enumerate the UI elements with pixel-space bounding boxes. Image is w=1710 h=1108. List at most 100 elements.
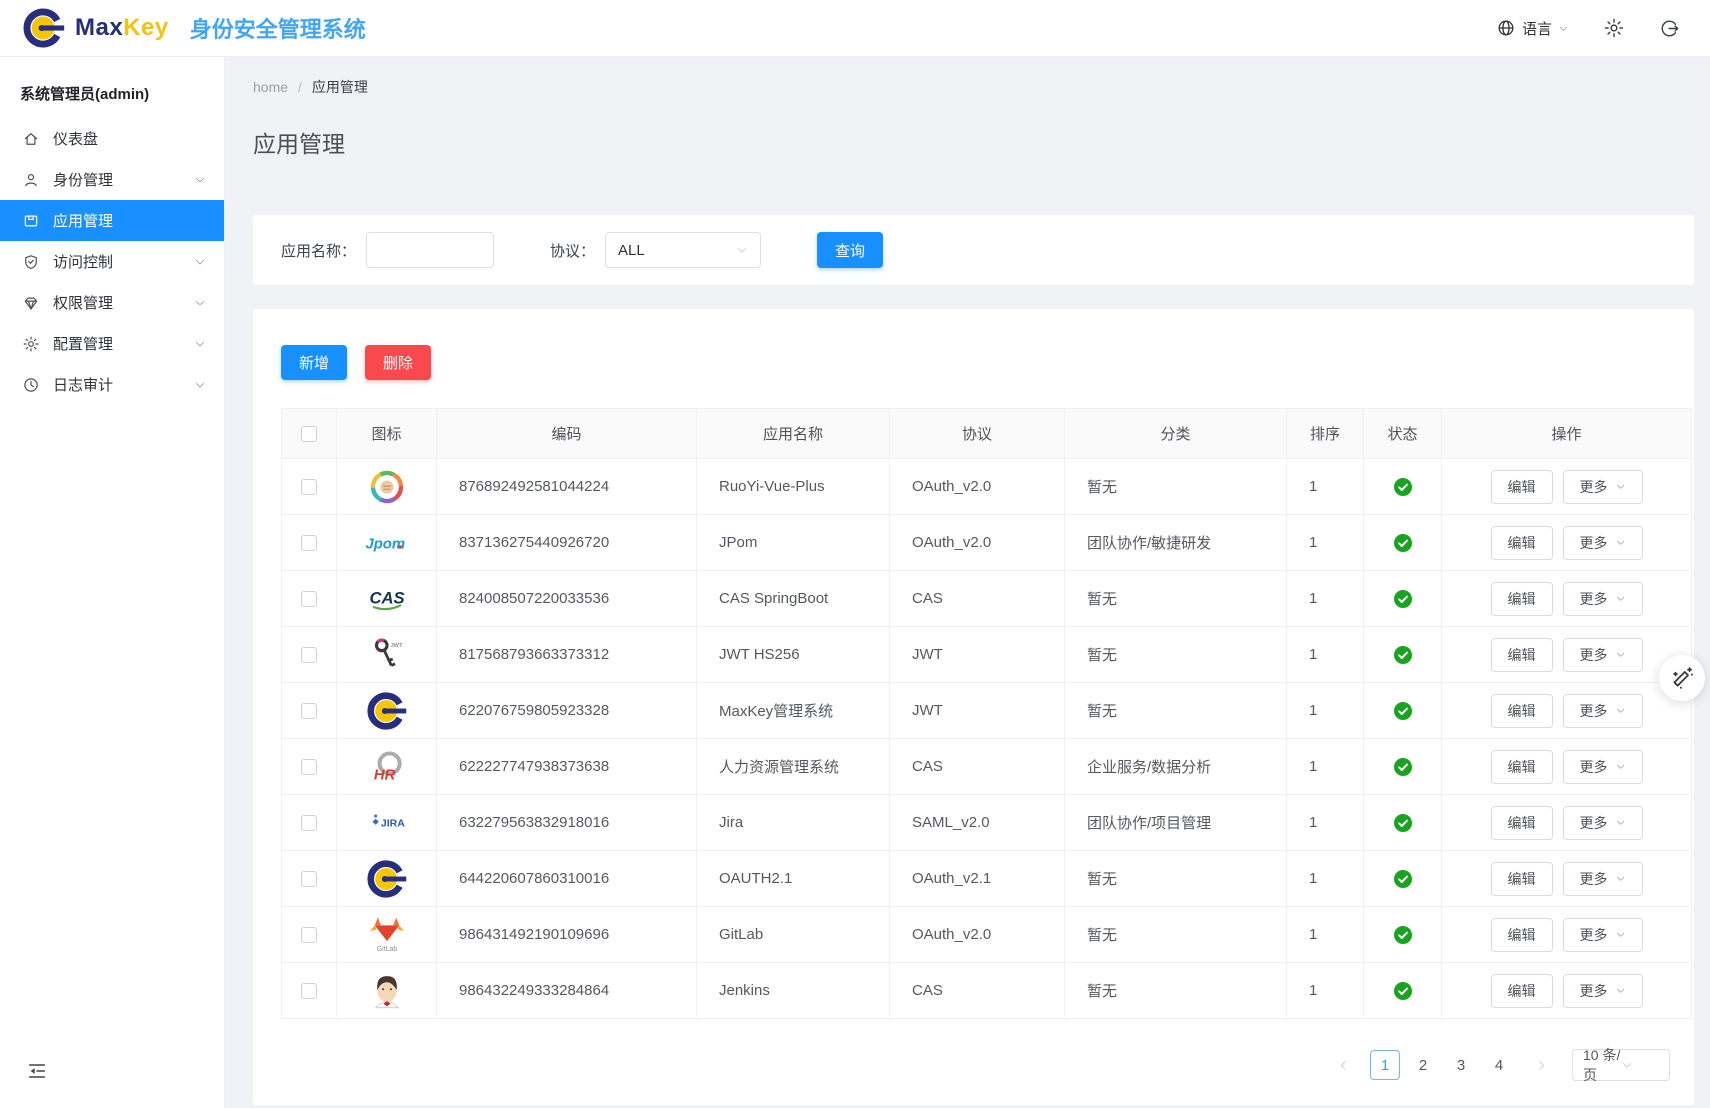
chevron-down-icon (1615, 537, 1626, 548)
row-actions: 编辑 更多 (1442, 974, 1691, 1008)
sidebar-item-dashboard[interactable]: 仪表盘 (0, 118, 224, 159)
more-button[interactable]: 更多 (1563, 582, 1643, 616)
page-title: 应用管理 (253, 125, 1694, 159)
protocol-select[interactable]: ALL (605, 232, 761, 268)
svg-text:JIRA: JIRA (380, 817, 404, 829)
edit-button[interactable]: 编辑 (1491, 806, 1553, 840)
app-sort-order: 1 (1309, 478, 1317, 495)
more-button[interactable]: 更多 (1563, 470, 1643, 504)
search-button[interactable]: 查询 (817, 232, 883, 268)
table-row: Jpom 837136275440926720 JPom OAuth_v2.0 … (282, 515, 1692, 571)
app-protocol: OAuth_v2.0 (912, 926, 991, 943)
edit-button[interactable]: 编辑 (1491, 694, 1553, 728)
app-protocol: CAS (912, 758, 943, 775)
edit-button[interactable]: 编辑 (1491, 638, 1553, 672)
app-protocol: JWT (912, 646, 943, 663)
page-numbers: 1234 (1366, 1050, 1518, 1080)
more-button[interactable]: 更多 (1563, 974, 1643, 1008)
home-icon (22, 130, 40, 148)
language-switcher[interactable]: 语言 (1496, 18, 1569, 39)
sidebar-item-audit[interactable]: 日志审计 (0, 364, 224, 405)
row-checkbox[interactable] (301, 927, 317, 943)
sidebar-item-label: 日志审计 (53, 374, 194, 395)
app-logo-icon: Jpom (366, 522, 408, 564)
gem-icon (22, 294, 40, 312)
chevron-down-icon (1615, 817, 1626, 828)
row-actions: 编辑 更多 (1442, 750, 1691, 784)
app-name: OAUTH2.1 (719, 870, 792, 887)
more-button[interactable]: 更多 (1563, 750, 1643, 784)
column-header: 分类 (1065, 409, 1287, 459)
more-button[interactable]: 更多 (1563, 694, 1643, 728)
edit-button[interactable]: 编辑 (1491, 750, 1553, 784)
edit-button[interactable]: 编辑 (1491, 582, 1553, 616)
more-button-label: 更多 (1580, 701, 1608, 721)
more-button[interactable]: 更多 (1563, 638, 1643, 672)
edit-button[interactable]: 编辑 (1491, 918, 1553, 952)
edit-button[interactable]: 编辑 (1491, 526, 1553, 560)
more-button-label: 更多 (1580, 589, 1608, 609)
row-checkbox[interactable] (301, 759, 317, 775)
sidebar-item-config[interactable]: 配置管理 (0, 323, 224, 364)
prev-page-button[interactable] (1330, 1051, 1356, 1079)
chevron-down-icon (1615, 593, 1626, 604)
row-checkbox[interactable] (301, 535, 317, 551)
sidebar-item-access[interactable]: 访问控制 (0, 241, 224, 282)
row-checkbox[interactable] (301, 647, 317, 663)
edit-button[interactable]: 编辑 (1491, 974, 1553, 1008)
page-button-3[interactable]: 3 (1446, 1050, 1476, 1080)
protocol-label: 协议： (550, 240, 595, 261)
chevron-down-icon (1615, 705, 1626, 716)
edit-button[interactable]: 编辑 (1491, 862, 1553, 896)
theme-magic-wand-button[interactable] (1659, 655, 1705, 701)
app-name: Jenkins (719, 982, 770, 999)
status-enabled-icon (1394, 702, 1412, 720)
sidebar-item-apps[interactable]: 应用管理 (0, 200, 224, 241)
status-enabled-icon (1394, 758, 1412, 776)
table-row: 622076759805923328 MaxKey管理系统 JWT 暂无 1 编… (282, 683, 1692, 739)
more-button[interactable]: 更多 (1563, 862, 1643, 896)
more-button-label: 更多 (1580, 813, 1608, 833)
app-protocol: OAuth_v2.0 (912, 534, 991, 551)
main-content: home / 应用管理 应用管理 应用名称： 协议： ALL 查询 新增 删除 (225, 57, 1710, 1108)
page-button-2[interactable]: 2 (1408, 1050, 1438, 1080)
app-name: JWT HS256 (719, 646, 800, 663)
breadcrumb-separator: / (298, 79, 302, 95)
add-button[interactable]: 新增 (281, 345, 347, 380)
row-checkbox[interactable] (301, 479, 317, 495)
collapse-sidebar-icon[interactable] (26, 1060, 48, 1082)
row-checkbox[interactable] (301, 815, 317, 831)
page-button-1[interactable]: 1 (1370, 1050, 1400, 1080)
edit-button[interactable]: 编辑 (1491, 470, 1553, 504)
app-sort-order: 1 (1309, 646, 1317, 663)
page-size-select[interactable]: 10 条/页 (1572, 1049, 1670, 1081)
app-sort-order: 1 (1309, 982, 1317, 999)
app-sort-order: 1 (1309, 814, 1317, 831)
app-name: MaxKey管理系统 (719, 703, 833, 720)
chevron-down-icon (194, 174, 206, 186)
logout-icon[interactable] (1659, 18, 1680, 39)
app-category: 团队协作/敏捷研发 (1087, 535, 1211, 552)
more-button[interactable]: 更多 (1563, 918, 1643, 952)
app-protocol: OAuth_v2.0 (912, 478, 991, 495)
app-name-input[interactable] (366, 232, 494, 268)
protocol-select-value: ALL (618, 242, 736, 259)
row-checkbox[interactable] (301, 591, 317, 607)
row-checkbox[interactable] (301, 871, 317, 887)
next-page-button[interactable] (1528, 1051, 1554, 1079)
breadcrumb-home[interactable]: home (253, 79, 288, 95)
app-name: Jira (719, 814, 743, 831)
sidebar-item-permissions[interactable]: 权限管理 (0, 282, 224, 323)
settings-gear-icon[interactable] (1603, 17, 1625, 39)
status-enabled-icon (1394, 534, 1412, 552)
row-actions: 编辑 更多 (1442, 862, 1691, 896)
row-checkbox[interactable] (301, 983, 317, 999)
row-checkbox[interactable] (301, 703, 317, 719)
select-all-checkbox[interactable] (301, 426, 317, 442)
delete-button[interactable]: 删除 (365, 345, 431, 380)
row-actions: 编辑 更多 (1442, 582, 1691, 616)
page-button-4[interactable]: 4 (1484, 1050, 1514, 1080)
sidebar-item-identity[interactable]: 身份管理 (0, 159, 224, 200)
more-button[interactable]: 更多 (1563, 806, 1643, 840)
more-button[interactable]: 更多 (1563, 526, 1643, 560)
